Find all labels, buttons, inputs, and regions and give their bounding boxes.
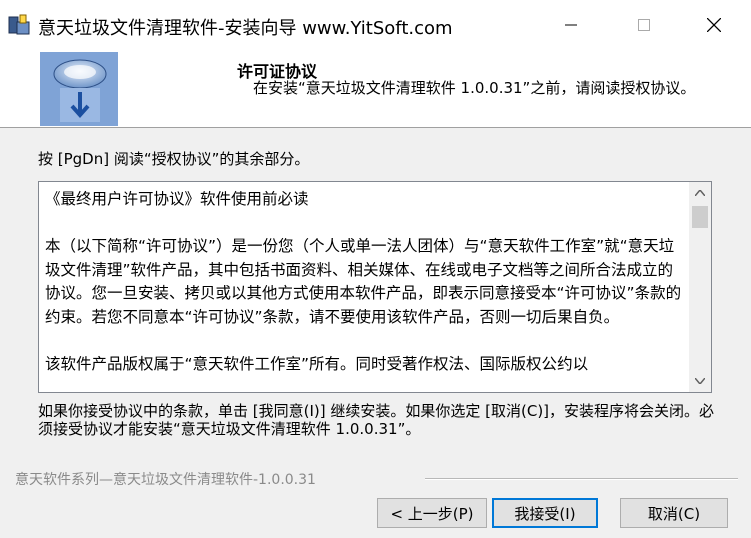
license-text-area[interactable]: 《最终用户许可协议》软件使用前必读 本（以下简称“许可协议”）是一份您（个人或单… bbox=[38, 181, 712, 393]
license-instruction: 按 [PgDn] 阅读“授权协议”的其余部分。 bbox=[38, 150, 310, 168]
back-button[interactable]: < 上一步(P) bbox=[377, 498, 487, 528]
scroll-down-button[interactable] bbox=[689, 370, 711, 392]
footer-divider bbox=[425, 478, 738, 480]
chevron-up-icon bbox=[695, 190, 705, 196]
page-subtitle: 在安装“意天垃圾文件清理软件 1.0.0.31”之前，请阅读授权协议。 bbox=[253, 79, 696, 97]
license-notice: 如果你接受协议中的条款，单击 [我同意(I)] 继续安装。如果你选定 [取消(C… bbox=[38, 402, 715, 438]
minimize-icon bbox=[565, 24, 577, 26]
title-bar: 意天垃圾文件清理软件-安装向导 www.YitSoft.com bbox=[0, 0, 751, 50]
scroll-thumb[interactable] bbox=[692, 206, 708, 228]
wizard-header: 许可证协议 在安装“意天垃圾文件清理软件 1.0.0.31”之前，请阅读授权协议… bbox=[0, 50, 751, 128]
scroll-up-button[interactable] bbox=[689, 182, 711, 204]
maximize-button[interactable] bbox=[618, 0, 670, 50]
installer-app-icon bbox=[7, 13, 31, 37]
license-text: 《最终用户许可协议》软件使用前必读 本（以下简称“许可协议”）是一份您（个人或单… bbox=[45, 190, 682, 373]
close-button[interactable] bbox=[688, 0, 740, 50]
minimize-button[interactable] bbox=[545, 0, 597, 50]
license-scrollbar[interactable] bbox=[689, 182, 711, 392]
maximize-icon bbox=[638, 19, 650, 31]
window-title: 意天垃圾文件清理软件-安装向导 www.YitSoft.com bbox=[38, 18, 453, 39]
footer-brand: 意天软件系列—意天垃圾文件清理软件-1.0.0.31 bbox=[15, 472, 316, 488]
chevron-down-icon bbox=[695, 378, 705, 384]
cancel-button[interactable]: 取消(C) bbox=[620, 498, 728, 528]
accept-button[interactable]: 我接受(I) bbox=[492, 498, 598, 528]
close-icon bbox=[707, 18, 721, 32]
installer-logo bbox=[40, 52, 118, 126]
